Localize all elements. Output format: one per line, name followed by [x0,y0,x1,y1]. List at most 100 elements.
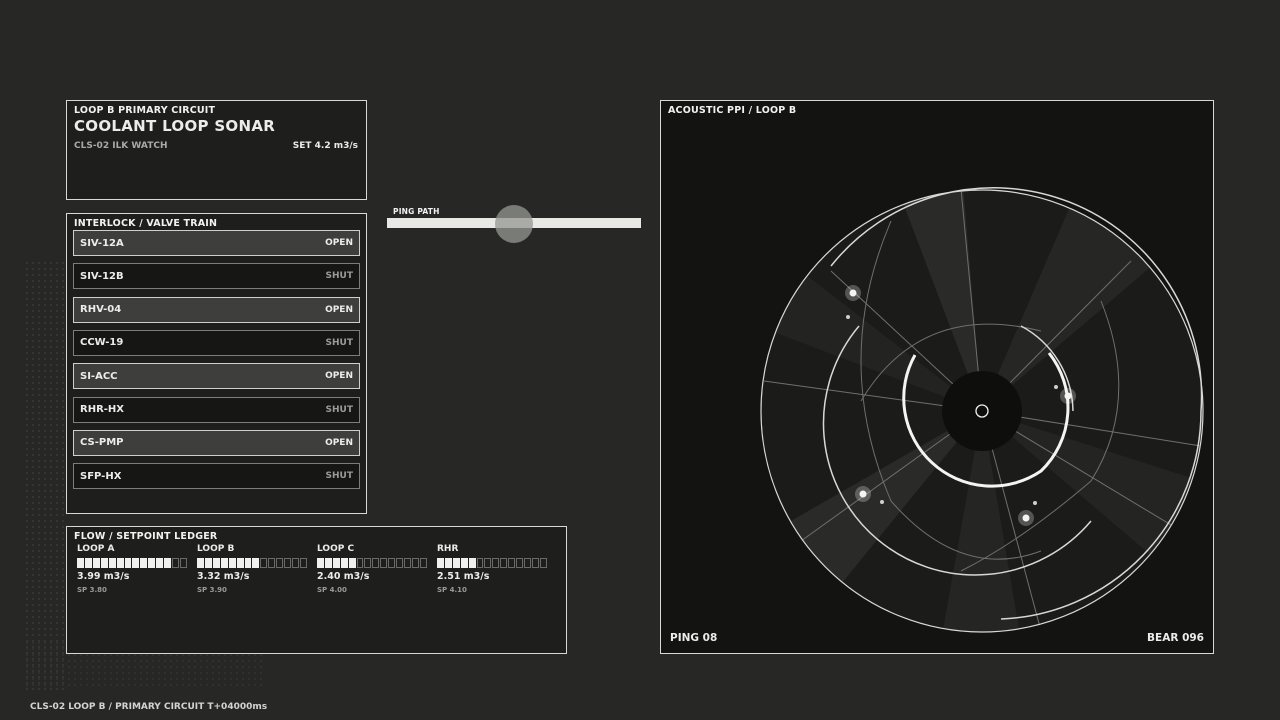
flow-segment [204,558,212,568]
valve-id: RHV-04 [80,304,122,316]
valve-row-sfp-hx[interactable]: SFP-HX SHUT [73,463,360,490]
flow-segment [220,558,228,568]
flow-segment [116,558,124,568]
flow-segment [388,558,396,568]
ping-path-knob[interactable] [495,205,533,243]
flow-segment [404,558,412,568]
valve-id: RHR-HX [80,404,124,415]
flow-value: 2.51 m3/s [437,571,490,582]
loop-name: LOOP B [197,544,235,554]
flow-bar [437,558,547,568]
flow-value: 3.99 m3/s [77,571,130,582]
flow-segment [244,558,252,568]
dot-grid-decoration [24,260,64,690]
flow-segment [317,558,324,568]
flow-segment [77,558,84,568]
valve-row-cs-pmp[interactable]: CS-PMP OPEN [73,429,360,456]
ppi-display[interactable] [661,101,1215,655]
bearing-readout: BEAR 096 [1147,632,1204,644]
loop-name: RHR [437,544,459,554]
valve-row-rhv-04[interactable]: RHV-04 OPEN [73,296,360,323]
flow-segment [356,558,364,568]
flow-segment [148,558,156,568]
ping-path-slider[interactable]: PING PATH [387,205,641,243]
flow-segment [180,558,187,568]
flow-segment [524,558,532,568]
flow-segment [324,558,332,568]
loop-flow-0: LOOP A 3.99 m3/s SP 3.80 [77,544,187,594]
flow-segment [476,558,484,568]
flow-setpoint: SP 3.80 [77,586,107,594]
acoustic-ppi-panel: ACOUSTIC PPI / LOOP B PING 08 BEAR 096 [660,100,1214,654]
flow-segment [420,558,427,568]
flow-segment [396,558,404,568]
flow-segment [124,558,132,568]
flow-segment [100,558,108,568]
flow-segment [260,558,268,568]
flow-segment [300,558,307,568]
header-panel: LOOP B PRIMARY CIRCUIT COOLANT LOOP SONA… [66,100,367,200]
flow-segment [540,558,547,568]
valve-state: SHUT [325,471,353,482]
flow-segment [484,558,492,568]
valve-state: SHUT [325,271,353,282]
system-meta: CLS-02 ILK WATCH [74,141,168,151]
valve-id: SI-ACC [80,370,118,382]
valve-id: SFP-HX [80,470,122,482]
flow-segment [92,558,100,568]
page-title: COOLANT LOOP SONAR [74,117,276,135]
valve-state: OPEN [325,304,353,315]
flow-segment [156,558,164,568]
flow-bar [77,558,187,568]
flow-segment [468,558,476,568]
flow-segment [84,558,92,568]
valve-row-rhr-hx[interactable]: RHR-HX SHUT [73,396,360,423]
loop-flow-3: RHR 2.51 m3/s SP 4.10 [437,544,547,594]
valve-state: OPEN [325,238,353,248]
flow-bar [197,558,307,568]
valve-row-si-acc[interactable]: SI-ACC OPEN [73,363,360,390]
ping-path-label: PING PATH [393,207,440,216]
flow-segment [108,558,116,568]
flow-segment [332,558,340,568]
loop-name: LOOP A [77,544,115,554]
flow-segment [412,558,420,568]
flow-segment [268,558,276,568]
valve-row-ccw-19[interactable]: CCW-19 SHUT [73,329,360,356]
ping-counter: PING 08 [670,632,718,644]
flow-segment [444,558,452,568]
flow-segment [172,558,180,568]
valve-id: SIV-12A [80,237,124,249]
flow-segment [364,558,372,568]
flow-value: 2.40 m3/s [317,571,370,582]
ledger-title: FLOW / SETPOINT LEDGER [74,531,218,542]
flow-segment [340,558,348,568]
loop-name: LOOP C [317,544,355,554]
flow-setpoint: SP 4.00 [317,586,347,594]
flow-setpoint: SP 4.10 [437,586,467,594]
valve-row-siv-12b[interactable]: SIV-12B SHUT [73,263,360,290]
ppi-title: ACOUSTIC PPI / LOOP B [668,105,797,116]
flow-segment [164,558,172,568]
loop-flow-1: LOOP B 3.32 m3/s SP 3.90 [197,544,307,594]
flow-segment [284,558,292,568]
loop-flow-2: LOOP C 2.40 m3/s SP 4.00 [317,544,427,594]
flow-segment [228,558,236,568]
valve-id: CS-PMP [80,437,124,449]
setpoint-readout: SET 4.2 m3/s [292,141,358,151]
valve-state: OPEN [325,371,353,382]
valve-state: SHUT [325,337,353,348]
flow-segment [276,558,284,568]
valve-row-siv-12a[interactable]: SIV-12A OPEN [73,230,360,256]
flow-segment [140,558,148,568]
flow-segment [252,558,260,568]
flow-segment [348,558,356,568]
valve-train-panel: INTERLOCK / VALVE TRAIN SIV-12A OPEN SIV-1… [66,213,367,514]
flow-segment [516,558,524,568]
flow-ledger-panel: FLOW / SETPOINT LEDGER LOOP A 3.99 m3/s SP… [66,526,567,654]
valve-id: CCW-19 [80,337,124,349]
flow-segment [380,558,388,568]
flow-segment [197,558,204,568]
flow-segment [292,558,300,568]
flow-segment [452,558,460,568]
